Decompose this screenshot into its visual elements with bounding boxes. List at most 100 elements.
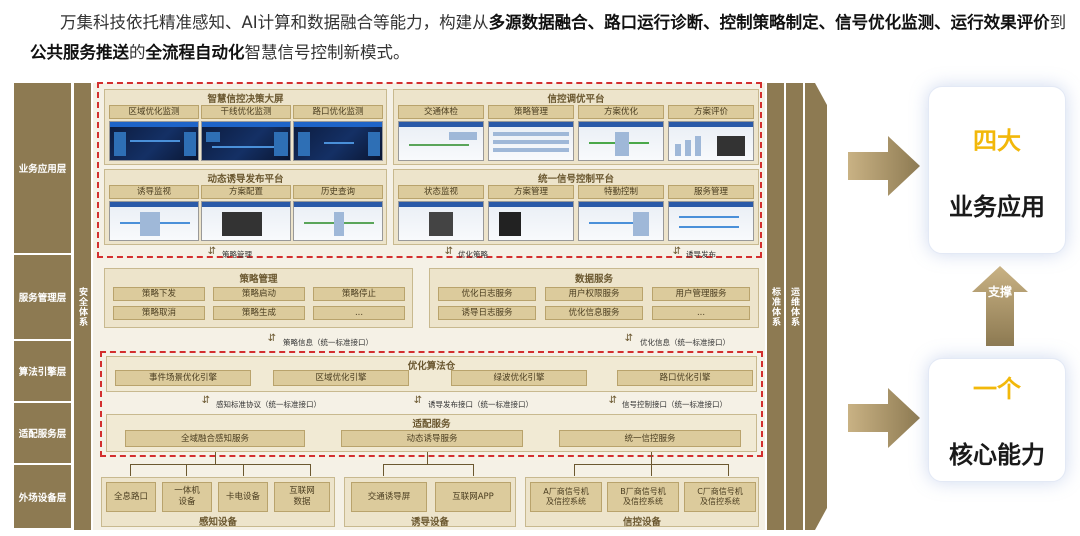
- card-bottom-yellow: 一个: [973, 375, 1021, 403]
- tab-history-query[interactable]: 历史查询: [293, 185, 383, 199]
- panel-unified-control: 统一信号控制平台 状态监视 方案管理 特勤控制 服务管理: [393, 169, 759, 245]
- intro-bold-3: 全流程自动化: [145, 43, 245, 62]
- panel-tuning-platform: 信控调优平台 交通体检 策略管理 方案优化 方案评价: [393, 89, 759, 165]
- tab-intersection-monitor[interactable]: 路口优化监测: [293, 105, 383, 119]
- btn-opt-log-service[interactable]: 优化日志服务: [438, 287, 536, 301]
- panel-unified-title: 统一信号控制平台: [537, 174, 614, 185]
- connector-line: [574, 464, 575, 476]
- intro-text-3: 的: [129, 43, 146, 62]
- tab-artery-monitor[interactable]: 干线优化监测: [201, 105, 291, 119]
- connector-line: [186, 464, 187, 476]
- connector-line: [130, 464, 131, 476]
- screenshot-evaluate: [668, 121, 754, 161]
- connector-sense-bar: [130, 464, 310, 465]
- tab-status-watch[interactable]: 状态监视: [398, 185, 484, 199]
- panel-decision-screen: 智慧信控决策大屏 区域优化监测 干线优化监测 路口优化监测: [104, 89, 387, 165]
- bracket-shape: [805, 83, 827, 530]
- layer-business-app: 业务应用层: [14, 83, 71, 255]
- card-top-yellow: 四大: [973, 127, 1021, 155]
- support-label: 支撑: [987, 285, 1012, 299]
- arrow-optimize-strategy: ⇵: [444, 246, 454, 257]
- connector-line: [383, 464, 384, 476]
- intro-text-1: 万集科技依托精准感知、AI计算和数据融合等能力，构建从: [60, 13, 489, 32]
- tab-guidance-watch[interactable]: 诱导监视: [109, 185, 199, 199]
- tab-traffic-checkup[interactable]: 交通体检: [398, 105, 484, 119]
- data-service-title: 数据服务: [574, 274, 613, 285]
- tab-plan-config[interactable]: 方案配置: [201, 185, 291, 199]
- btn-data-more[interactable]: ...: [652, 306, 750, 320]
- btn-unified-signal-service[interactable]: 统一信控服务: [559, 430, 741, 447]
- btn-greenwave-engine[interactable]: 绿波优化引擎: [451, 370, 587, 386]
- guide-devices-title: 诱导设备: [410, 517, 449, 528]
- connector-guide-main: [427, 452, 428, 464]
- arrow-guide-interface: ⇵: [413, 395, 423, 406]
- panel-adapter-service: 适配服务 全域融合感知服务 动态诱导服务 统一信控服务: [106, 414, 757, 452]
- tab-plan-optimize[interactable]: 方案优化: [578, 105, 664, 119]
- adapter-title: 适配服务: [412, 419, 451, 430]
- btn-strategy-more[interactable]: ...: [313, 306, 405, 320]
- tab-region-monitor[interactable]: 区域优化监测: [109, 105, 199, 119]
- connector-line: [310, 464, 311, 476]
- device-internet-data[interactable]: 互联网 数据: [274, 482, 330, 512]
- screenshot-history: [293, 201, 383, 241]
- device-vendor-b[interactable]: B厂商信号机 及信控系统: [607, 482, 679, 512]
- device-guide-screen[interactable]: 交通诱导屏: [351, 482, 427, 512]
- strategy-manage-title: 策略管理: [239, 274, 278, 285]
- btn-event-engine[interactable]: 事件场景优化引擎: [115, 370, 251, 386]
- device-card-electric[interactable]: 卡电设备: [218, 482, 268, 512]
- screenshot-strategy: [488, 121, 574, 161]
- screenshot-region: [109, 121, 199, 161]
- screenshot-plan-config: [201, 201, 291, 241]
- screenshot-status: [398, 201, 484, 241]
- device-vendor-a[interactable]: A厂商信号机 及信控系统: [530, 482, 602, 512]
- connector-signal-main: [651, 452, 652, 464]
- device-holographic-intersection[interactable]: 全息路口: [106, 482, 156, 512]
- tab-strategy-manage[interactable]: 策略管理: [488, 105, 574, 119]
- btn-intersection-engine[interactable]: 路口优化引擎: [617, 370, 753, 386]
- panel-decision-title: 智慧信控决策大屏: [207, 94, 284, 105]
- link-label-strategy: 策略管理: [222, 250, 252, 259]
- tab-plan-manage[interactable]: 方案管理: [488, 185, 574, 199]
- sense-devices-title: 感知设备: [198, 517, 237, 528]
- screenshot-service: [668, 201, 754, 241]
- link-label-guidance: 诱导发布: [686, 250, 716, 259]
- screenshot-checkup: [398, 121, 484, 161]
- btn-strategy-stop[interactable]: 策略停止: [313, 287, 405, 301]
- group-signal-devices: A厂商信号机 及信控系统 B厂商信号机 及信控系统 C厂商信号机 及信控系统 信…: [525, 477, 759, 528]
- btn-user-mgmt-service[interactable]: 用户管理服务: [652, 287, 750, 301]
- btn-strategy-dispatch[interactable]: 策略下发: [113, 287, 205, 301]
- btn-strategy-generate[interactable]: 策略生成: [213, 306, 305, 320]
- intro-bold-2: 公共服务推送: [30, 43, 129, 62]
- panel-guidance-platform: 动态诱导发布平台 诱导监视 方案配置 历史查询: [104, 169, 387, 245]
- tab-plan-evaluate[interactable]: 方案评价: [668, 105, 754, 119]
- btn-dynamic-guide-service[interactable]: 动态诱导服务: [341, 430, 523, 447]
- tab-special-control[interactable]: 特勤控制: [578, 185, 664, 199]
- layer-labels: 业务应用层 服务管理层 算法引擎层 适配服务层 外场设备层: [14, 83, 71, 530]
- screenshot-intersection: [293, 121, 383, 161]
- btn-fusion-sense-service[interactable]: 全域融合感知服务: [125, 430, 305, 447]
- btn-region-engine[interactable]: 区域优化引擎: [273, 370, 409, 386]
- btn-strategy-start[interactable]: 策略启动: [213, 287, 305, 301]
- btn-user-perm-service[interactable]: 用户权限服务: [545, 287, 643, 301]
- link-label-optimize: 优化策略: [458, 250, 488, 259]
- ops-system-column: 运维体系: [786, 83, 803, 530]
- btn-opt-info-service[interactable]: 优化信息服务: [545, 306, 643, 320]
- tab-service-manage[interactable]: 服务管理: [668, 185, 754, 199]
- btn-strategy-cancel[interactable]: 策略取消: [113, 306, 205, 320]
- layer-algorithm: 算法引擎层: [14, 341, 71, 403]
- panel-data-service: 数据服务 优化日志服务 用户权限服务 用户管理服务 诱导日志服务 优化信息服务 …: [429, 268, 759, 328]
- device-internet-app[interactable]: 互联网APP: [435, 482, 511, 512]
- support-arrow: [972, 266, 1028, 346]
- screenshot-plan-manage: [488, 201, 574, 241]
- device-all-in-one[interactable]: 一体机 设备: [162, 482, 212, 512]
- arrow-guidance-publish: ⇵: [672, 246, 682, 257]
- connector-guide-bar: [383, 464, 473, 465]
- layer-field-device: 外场设备层: [14, 465, 71, 530]
- group-guide-devices: 交通诱导屏 互联网APP 诱导设备: [344, 477, 516, 528]
- card-four-apps: 四大 业务应用: [928, 86, 1066, 254]
- btn-guide-log-service[interactable]: 诱导日志服务: [438, 306, 536, 320]
- link-label-optimize-info: 优化信息（统一标准接口）: [640, 338, 730, 347]
- device-vendor-c[interactable]: C厂商信号机 及信控系统: [684, 482, 756, 512]
- connector-line: [728, 464, 729, 476]
- screenshot-special: [578, 201, 664, 241]
